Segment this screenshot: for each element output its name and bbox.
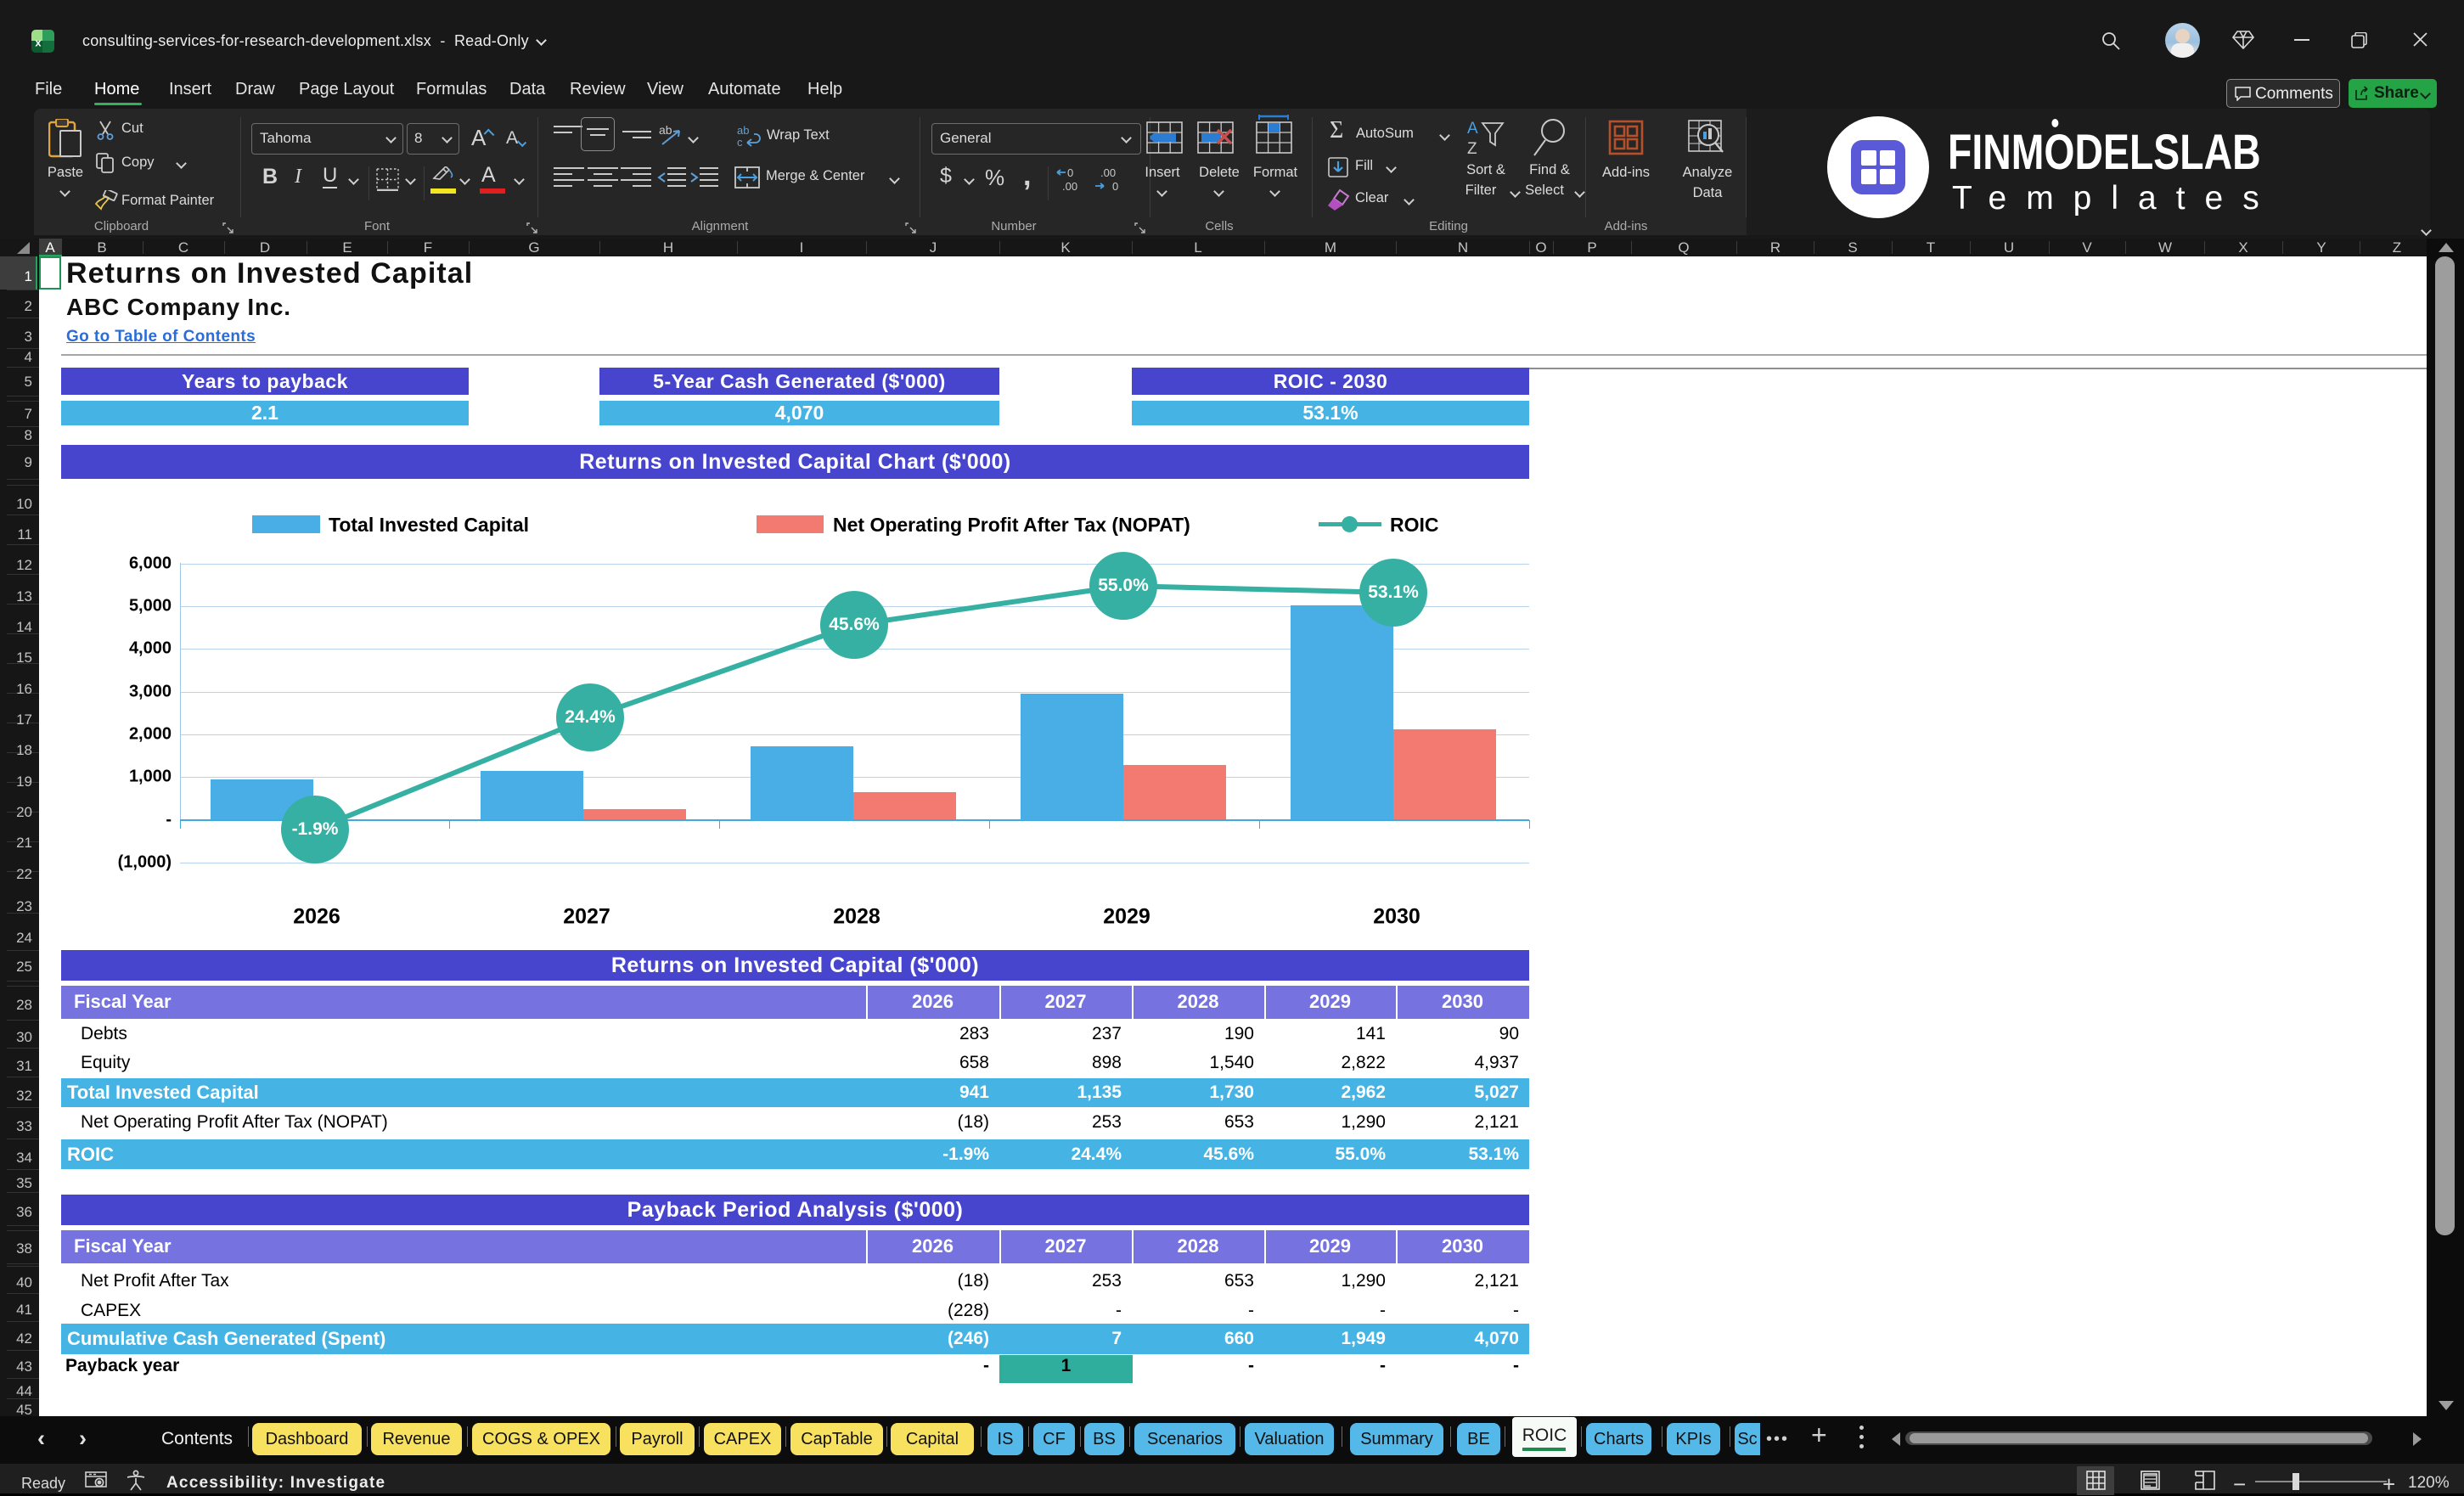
- svg-text:.00: .00: [1062, 180, 1077, 192]
- svg-text:A: A: [1467, 120, 1478, 138]
- svg-text:c: c: [737, 136, 743, 149]
- svg-text:ab: ab: [659, 124, 672, 137]
- svg-text:Z: Z: [1467, 140, 1477, 157]
- svg-text:ab: ab: [737, 124, 749, 137]
- svg-text:.00: .00: [1100, 166, 1116, 179]
- svg-text:0: 0: [1067, 166, 1073, 179]
- svg-text:0: 0: [1112, 180, 1118, 192]
